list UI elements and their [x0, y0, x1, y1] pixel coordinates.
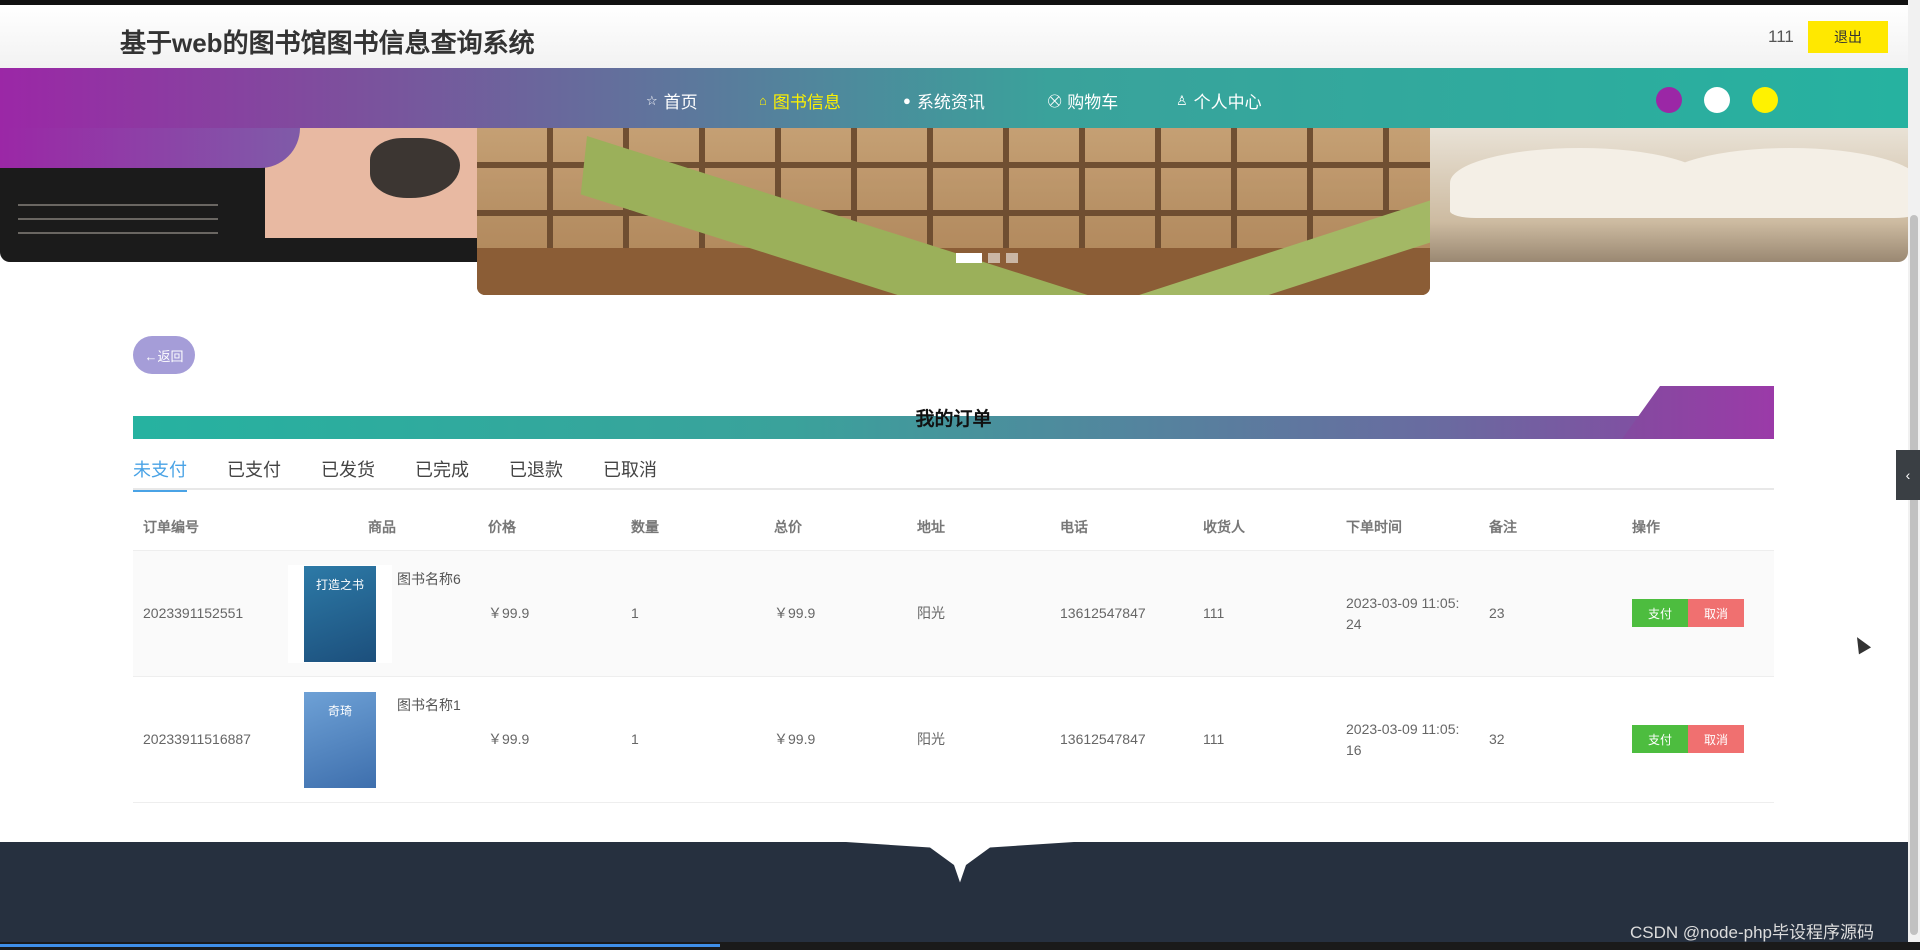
col-header: 收货人: [1203, 504, 1346, 551]
page-footer: [0, 840, 1908, 942]
app-header: 基于web的图书馆图书信息查询系统 111 退出: [0, 5, 1908, 69]
col-header: 商品: [288, 504, 488, 551]
col-header: 总价: [774, 504, 917, 551]
tab-shipped[interactable]: 已发货: [321, 456, 375, 490]
price: ￥99.9: [488, 676, 631, 803]
nav-item-profile[interactable]: ♙ 个人中心: [1176, 88, 1262, 113]
cover-title: 奇琦: [327, 703, 352, 718]
col-header: 数量: [631, 504, 774, 551]
phone: 13612547847: [1060, 550, 1203, 677]
scrollbar-thumb[interactable]: [1910, 215, 1918, 935]
carousel-slide-active[interactable]: [477, 128, 1430, 295]
nav-label: 个人中心: [1193, 93, 1262, 112]
quantity: 1: [631, 550, 774, 677]
nav-label: 首页: [663, 93, 698, 112]
nav-item-cart[interactable]: ⛒ 购物车: [1048, 88, 1118, 113]
site-title: 基于web的图书馆图书信息查询系统: [120, 28, 535, 58]
product-name: 图书名称1: [397, 696, 461, 713]
order-time: 2023-03-09 11:05: 24: [1346, 550, 1489, 677]
tab-refunded[interactable]: 已退款: [509, 456, 563, 490]
nav-item-books[interactable]: ⌂ 图书信息: [759, 88, 841, 113]
pay-button[interactable]: 支付: [1632, 725, 1688, 753]
carousel-dot-2[interactable]: [988, 253, 1000, 263]
logout-button[interactable]: 退出: [1808, 21, 1888, 53]
total-price: ￥99.9: [774, 676, 917, 803]
info-icon: ●: [903, 93, 911, 108]
order-status-tabs: 未支付 已支付 已发货 已完成 已退款 已取消: [133, 456, 1774, 492]
star-icon: ☆: [646, 92, 658, 108]
receiver: 111: [1203, 550, 1346, 677]
back-button[interactable]: ←返回: [133, 336, 195, 374]
page-load-progress: [0, 944, 720, 947]
main-nav: ☆ 首页 ⌂ 图书信息 ● 系统资讯 ⛒ 购物车 ♙ 个人中心: [0, 68, 1908, 128]
order-number: 20233911516887: [133, 676, 288, 803]
table-header-row: 订单编号 商品 价格 数量 总价 地址 电话 收货人 下单时间 备注 操作: [133, 504, 1774, 551]
theme-yellow-dot[interactable]: [1752, 87, 1778, 113]
nav-label: 图书信息: [772, 93, 841, 112]
order-time: 2023-03-09 11:05: 16: [1346, 676, 1489, 803]
bag-icon: ⌂: [759, 93, 767, 108]
quantity: 1: [631, 676, 774, 803]
carousel-dot-3[interactable]: [1006, 253, 1018, 263]
table-row: 2023391152551 打造之书 图书名称6 ￥99.9 1 ￥99.9 阳…: [133, 550, 1774, 677]
user-icon: ♙: [1176, 92, 1188, 108]
phone: 13612547847: [1060, 676, 1203, 803]
cover-title: 打造之书: [315, 577, 364, 592]
carousel-slide-right[interactable]: [1430, 128, 1908, 262]
order-number: 2023391152551: [133, 550, 288, 677]
col-header: 备注: [1489, 504, 1632, 551]
product-name: 图书名称6: [397, 570, 461, 587]
tab-unpaid[interactable]: 未支付: [133, 456, 187, 492]
cancel-order-button[interactable]: 取消: [1688, 599, 1744, 627]
nav-label: 购物车: [1067, 93, 1119, 112]
section-banner: 我的订单: [133, 386, 1774, 439]
col-header: 操作: [1632, 504, 1774, 551]
section-title: 我的订单: [915, 409, 992, 430]
tab-cancelled[interactable]: 已取消: [603, 456, 657, 490]
col-header: 地址: [917, 504, 1060, 551]
tab-completed[interactable]: 已完成: [415, 456, 469, 490]
mouse-cursor-icon: [1850, 633, 1872, 655]
receiver: 111: [1203, 676, 1346, 803]
tab-paid[interactable]: 已支付: [227, 456, 281, 490]
theme-purple-dot[interactable]: [1656, 87, 1682, 113]
username-label: 111: [1768, 27, 1794, 46]
cancel-order-button[interactable]: 取消: [1688, 725, 1744, 753]
book-cover-image[interactable]: 打造之书: [288, 564, 392, 663]
actions-cell: 支付 取消: [1632, 550, 1774, 677]
price: ￥99.9: [488, 550, 631, 677]
note: 23: [1489, 550, 1632, 677]
pay-button[interactable]: 支付: [1632, 599, 1688, 627]
nav-item-home[interactable]: ☆ 首页: [646, 88, 698, 113]
total-price: ￥99.9: [774, 550, 917, 677]
address: 阳光: [917, 676, 1060, 803]
col-header: 下单时间: [1346, 504, 1489, 551]
note: 32: [1489, 676, 1632, 803]
nav-item-news[interactable]: ● 系统资讯: [903, 88, 985, 113]
product-cell: 打造之书 图书名称6: [288, 550, 488, 677]
table-row: 20233911516887 奇琦 图书名称1 ￥99.9 1 ￥99.9 阳光…: [133, 676, 1774, 803]
carousel-dot-1[interactable]: [956, 253, 982, 263]
col-header: 价格: [488, 504, 631, 551]
col-header: 订单编号: [133, 504, 288, 551]
address: 阳光: [917, 550, 1060, 677]
theme-white-dot[interactable]: [1704, 87, 1730, 113]
product-cell: 奇琦 图书名称1: [288, 676, 488, 803]
col-header: 电话: [1060, 504, 1203, 551]
banner-carousel: [0, 128, 1908, 298]
cart-icon: ⛒: [1048, 92, 1062, 108]
actions-cell: 支付 取消: [1632, 676, 1774, 803]
book-cover-image[interactable]: 奇琦: [288, 690, 392, 789]
chevron-left-icon[interactable]: ‹: [1896, 450, 1920, 500]
carousel-indicators: [956, 253, 1018, 263]
nav-label: 系统资讯: [916, 93, 985, 112]
carousel-slide-left[interactable]: [0, 128, 480, 262]
watermark-text: CSDN @node-php毕设程序源码: [1630, 923, 1874, 942]
order-table: 订单编号 商品 价格 数量 总价 地址 电话 收货人 下单时间 备注 操作 20…: [133, 504, 1774, 803]
